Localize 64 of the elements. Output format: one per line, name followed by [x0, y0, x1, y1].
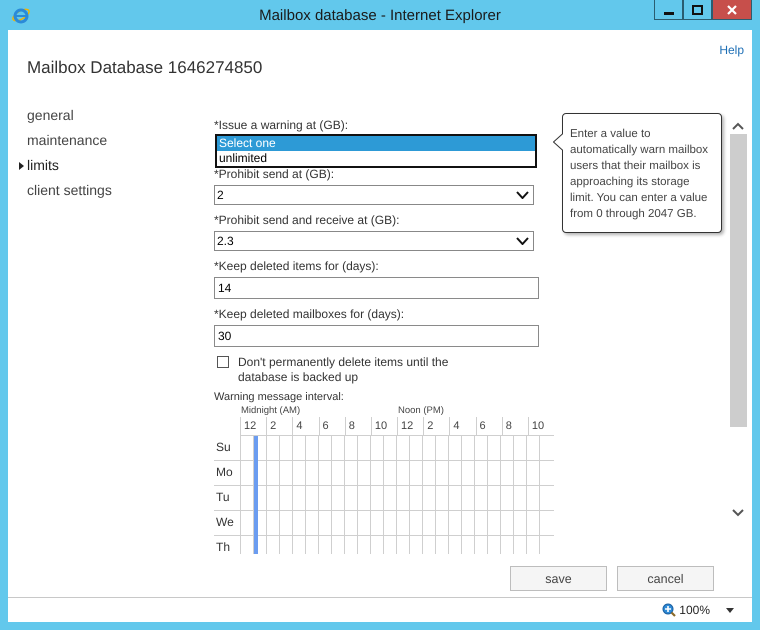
dropdown-list[interactable]: Select one unlimited [215, 134, 537, 168]
nav-item[interactable]: general [19, 102, 74, 127]
field-label: *Prohibit send at (GB): [214, 167, 336, 182]
interval-marker[interactable] [254, 436, 258, 461]
hour-label: 10 [528, 417, 554, 435]
field-label: *Keep deleted mailboxes for (days): [214, 307, 406, 322]
zoom-icon [662, 603, 676, 617]
zoom-button[interactable]: 100% [662, 603, 710, 617]
day-label: Mo [215, 464, 234, 481]
scroll-down-icon[interactable] [732, 509, 744, 517]
hour-label: 4 [292, 417, 319, 435]
scrollbar-thumb[interactable] [730, 134, 747, 427]
day-label: Su [215, 439, 232, 456]
input-field[interactable]: 14 [214, 277, 539, 299]
nav-item[interactable]: client settings [19, 177, 112, 202]
tooltip-pointer [553, 133, 563, 151]
nav-item[interactable]: limits [19, 152, 59, 177]
minimize-button[interactable] [654, 0, 683, 20]
interval-marker[interactable] [254, 486, 258, 511]
interval-marker[interactable] [254, 461, 258, 486]
minimize-icon [664, 12, 674, 14]
checkbox[interactable] [217, 356, 229, 368]
period-label: Noon (PM) [398, 404, 444, 417]
hour-label: 8 [502, 417, 528, 435]
maximize-button[interactable] [683, 0, 712, 20]
page-title: Mailbox Database 1646274850 [27, 58, 262, 78]
scroll-up-icon[interactable] [732, 122, 744, 130]
window-title: Mailbox database - Internet Explorer [258, 6, 502, 24]
dropdown-arrow-icon[interactable] [726, 608, 734, 612]
hour-label: 12 [240, 417, 266, 435]
hour-label: 2 [266, 417, 292, 435]
period-label: Midnight (AM) [241, 404, 302, 417]
chevron-down-icon [516, 191, 529, 199]
dropdown-field[interactable]: 2.3 [214, 231, 534, 251]
checkbox-label: Don't permanently delete items until the database is backed up [238, 355, 450, 385]
maximize-icon [692, 4, 703, 14]
help-link[interactable]: Help [719, 43, 744, 57]
input-field[interactable]: 30 [214, 325, 539, 347]
hour-label: 8 [344, 417, 371, 435]
help-tooltip: Enter a value to automatically warn mailbox users that their mailbox is approaching its storage limit. You can enter a value from 0 through 2047 GB. [553, 113, 722, 233]
interval-marker[interactable] [254, 536, 258, 554]
dialog-button[interactable]: cancel [617, 566, 714, 591]
chevron-down-icon [516, 237, 529, 245]
dropdown-field[interactable]: 2 [214, 185, 534, 205]
nav-item[interactable]: maintenance [19, 127, 108, 152]
close-icon [727, 4, 737, 14]
dropdown-option[interactable]: unlimited [217, 151, 535, 166]
field-label: *Keep deleted items for (days): [214, 259, 380, 274]
field-label: *Issue a warning at (GB): [214, 118, 350, 133]
caret-icon [19, 162, 24, 170]
section-label: Warning message interval: [214, 390, 345, 404]
hour-label: 6 [318, 417, 345, 435]
day-label: We [215, 514, 235, 531]
hour-label: 2 [423, 417, 450, 435]
hour-label: 4 [449, 417, 476, 435]
interval-marker[interactable] [254, 511, 258, 536]
hour-label: 12 [397, 417, 424, 435]
day-label: Tu [215, 489, 231, 506]
day-label: Th [215, 539, 232, 554]
close-button[interactable] [712, 0, 752, 20]
hour-label: 10 [370, 417, 398, 435]
field-label: *Prohibit send and receive at (GB): [214, 213, 400, 228]
dialog-button[interactable]: save [510, 566, 607, 591]
hour-label: 6 [476, 417, 502, 435]
